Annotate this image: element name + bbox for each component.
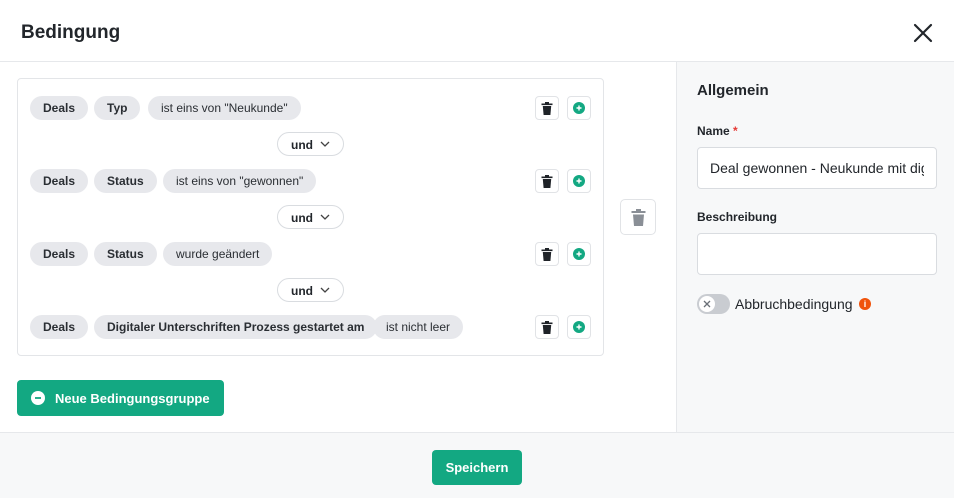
entity-pill[interactable]: Deals [30, 96, 89, 120]
trash-icon [541, 174, 553, 188]
operator-pill[interactable]: wurde geändert [163, 242, 273, 266]
info-icon[interactable]: i [859, 298, 871, 310]
delete-condition-button[interactable] [535, 315, 559, 339]
delete-condition-button[interactable] [535, 96, 559, 120]
delete-condition-button[interactable] [535, 242, 559, 266]
dialog-footer: Speichern [0, 432, 954, 498]
connector-dropdown[interactable]: und [277, 278, 344, 302]
entity-pill[interactable]: Deals [30, 315, 89, 339]
condition-group: Deals Typ ist eins von "Neukunde" und De… [17, 78, 604, 356]
plus-circle-icon [31, 391, 45, 405]
chevron-down-icon [320, 287, 330, 293]
description-input[interactable] [697, 233, 937, 275]
condition-row: Deals Typ ist eins von "Neukunde" [30, 96, 592, 120]
abort-condition-label: Abbruchbedingung [735, 296, 853, 312]
field-pill[interactable]: Digitaler Unterschriften Prozess gestart… [94, 315, 378, 339]
operator-pill[interactable]: ist eins von "gewonnen" [163, 169, 317, 193]
dialog-title: Bedingung [21, 22, 121, 43]
connector-dropdown[interactable]: und [277, 132, 344, 156]
section-title: Allgemein [697, 82, 769, 99]
trash-icon [631, 208, 645, 226]
add-condition-button[interactable] [567, 242, 591, 266]
toggle-knob [699, 296, 715, 312]
connector-label: und [291, 138, 313, 152]
chevron-down-icon [320, 141, 330, 147]
field-pill[interactable]: Typ [94, 96, 141, 120]
x-icon [703, 300, 711, 308]
trash-icon [541, 101, 553, 115]
new-condition-group-button[interactable]: Neue Bedingungsgruppe [17, 380, 224, 416]
entity-pill[interactable]: Deals [30, 242, 89, 266]
new-condition-group-label: Neue Bedingungsgruppe [55, 391, 210, 406]
plus-circle-icon [573, 175, 585, 187]
delete-condition-button[interactable] [535, 169, 559, 193]
add-condition-button[interactable] [567, 315, 591, 339]
trash-icon [541, 320, 553, 334]
conditions-panel: Deals Typ ist eins von "Neukunde" und De… [0, 62, 677, 432]
entity-pill[interactable]: Deals [30, 169, 89, 193]
condition-row: Deals Digitaler Unterschriften Prozess g… [30, 315, 592, 339]
delete-group-button[interactable] [620, 199, 656, 235]
dialog-header: Bedingung [0, 0, 954, 62]
connector-label: und [291, 211, 313, 225]
connector-dropdown[interactable]: und [277, 205, 344, 229]
close-icon[interactable] [910, 20, 936, 46]
trash-icon [541, 247, 553, 261]
connector-label: und [291, 284, 313, 298]
add-condition-button[interactable] [567, 169, 591, 193]
add-condition-button[interactable] [567, 96, 591, 120]
save-button[interactable]: Speichern [432, 450, 522, 485]
chevron-down-icon [320, 214, 330, 220]
name-label-text: Name [697, 124, 730, 138]
plus-circle-icon [573, 321, 585, 333]
field-pill[interactable]: Status [94, 242, 157, 266]
operator-pill[interactable]: ist nicht leer [373, 315, 464, 339]
plus-circle-icon [573, 248, 585, 260]
abort-condition-toggle[interactable] [697, 294, 730, 314]
name-input[interactable] [697, 147, 937, 189]
field-pill[interactable]: Status [94, 169, 157, 193]
plus-circle-icon [573, 102, 585, 114]
operator-pill[interactable]: ist eins von "Neukunde" [148, 96, 301, 120]
condition-row: Deals Status wurde geändert [30, 242, 592, 266]
general-sidebar: Allgemein Name * Beschreibung Abbruchbed… [676, 62, 954, 432]
description-label: Beschreibung [697, 210, 778, 224]
name-label: Name * [697, 124, 738, 138]
condition-row: Deals Status ist eins von "gewonnen" [30, 169, 592, 193]
required-mark: * [733, 124, 738, 138]
